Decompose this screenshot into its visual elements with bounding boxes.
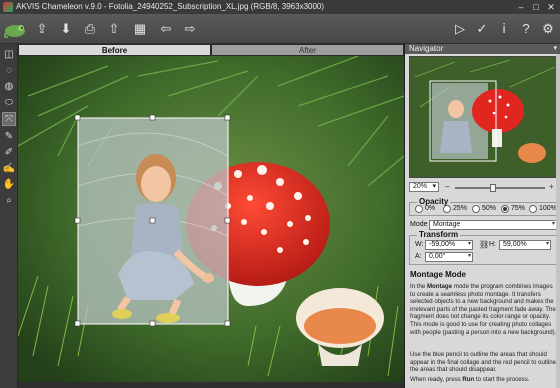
pasted-fragment[interactable] <box>74 114 231 327</box>
mode-value: Montage <box>433 221 461 228</box>
chameleon-logo-icon <box>3 25 25 39</box>
navigator-preview[interactable] <box>409 56 557 178</box>
zoom-slider-knob[interactable] <box>489 184 496 192</box>
opacity-radio-0[interactable] <box>415 205 423 213</box>
window-title: AKVIS Chameleon v.9.0 - Fotolia_24940252… <box>16 2 325 11</box>
chevron-down-icon: ▾ <box>467 241 471 247</box>
apply-icon[interactable]: ✓ <box>472 19 492 39</box>
ellipse-select-tool-icon[interactable]: ◌ <box>2 64 16 78</box>
eraser-tool-icon[interactable]: ⬭ <box>2 96 16 110</box>
panel-scrollbar[interactable] <box>556 54 560 388</box>
rectangle-select-tool-icon[interactable]: ◫ <box>2 48 16 62</box>
lasso-tool-icon[interactable]: ◍ <box>2 80 16 94</box>
blue-pencil-tool-icon[interactable]: ✎ <box>2 130 16 144</box>
run-icon[interactable]: ▷ <box>450 19 470 39</box>
title-bar: AKVIS Chameleon v.9.0 - Fotolia_24940252… <box>0 0 560 14</box>
grid-icon[interactable]: ▦ <box>130 19 150 39</box>
close-button[interactable]: ✕ <box>544 1 558 13</box>
tab-after[interactable]: After <box>211 44 404 56</box>
angle-field[interactable]: 0,00° ▾ <box>425 252 473 262</box>
maximize-button[interactable]: □ <box>529 1 543 13</box>
tools-panel: ◫ ◌ ◍ ⬭ ⤧ ✎ ✐ ✍ ✋ ⌕ <box>0 44 18 388</box>
chevron-down-icon: ▾ <box>551 221 555 227</box>
angle-value: 0,00° <box>429 253 446 260</box>
zoom-controls: 20% – + <box>409 180 557 194</box>
hand-tool-icon[interactable]: ✋ <box>2 178 16 192</box>
zoom-slider[interactable] <box>455 187 545 189</box>
undo-icon[interactable]: ⇦ <box>156 19 176 39</box>
opacity-label-75: 75% <box>511 205 526 212</box>
link-proportions-icon[interactable]: ⛓ <box>479 240 489 249</box>
opacity-label-25: 25% <box>453 205 468 212</box>
opacity-label-50: 50% <box>482 205 497 212</box>
chevron-down-icon: ▾ <box>545 241 549 247</box>
mode-select[interactable]: Montage ▾ <box>429 220 557 230</box>
help-title: Montage Mode <box>410 270 466 279</box>
navigator-thumbnail <box>410 57 556 177</box>
mode-label: Mode <box>410 221 428 228</box>
opacity-radio-75[interactable] <box>501 205 509 213</box>
open-icon[interactable]: ⇪ <box>32 19 52 39</box>
height-value: 59,00% <box>503 241 527 248</box>
navigator-header: Navigator ▾ <box>405 44 560 54</box>
pencil-eraser-tool-icon[interactable]: ✍ <box>2 162 16 176</box>
redo-icon[interactable]: ⇨ <box>180 19 200 39</box>
photo-scene <box>18 56 404 382</box>
zoom-tool-icon[interactable]: ⌕ <box>2 194 16 208</box>
height-label: H: <box>489 241 496 248</box>
share-icon[interactable]: ⇧ <box>104 19 124 39</box>
help-icon[interactable]: ? <box>516 19 536 39</box>
opacity-radio-25[interactable] <box>443 205 451 213</box>
transform-tool-icon[interactable]: ⤧ <box>2 112 16 126</box>
tab-before[interactable]: Before <box>18 44 211 56</box>
angle-label: A: <box>415 253 422 260</box>
print-icon[interactable]: ⎙ <box>80 19 100 39</box>
collapse-icon[interactable]: ▾ <box>553 44 557 54</box>
help-paragraph-1: In the Montage mode the program combines… <box>410 283 557 336</box>
zoom-out-button[interactable]: – <box>445 182 449 191</box>
opacity-label-100: 100% <box>539 205 557 212</box>
main-toolbar: ⇪ ⬇ ⎙ ⇧ ▦ ⇦ ⇨ ▷ ✓ ⅰ ? ⚙ <box>0 14 560 44</box>
opacity-radio-100[interactable] <box>529 205 537 213</box>
help-paragraph-3: When ready, press Run to start the proce… <box>410 376 530 383</box>
height-field[interactable]: 59,00% ▾ <box>499 240 551 250</box>
image-canvas[interactable] <box>18 56 404 382</box>
settings-panel: Navigator ▾ 20% – + Opacity 0% 25% 50% 7… <box>404 44 560 388</box>
transform-title: Transform <box>417 230 461 239</box>
opacity-label-0: 0% <box>425 205 436 212</box>
width-label: W: <box>415 241 424 248</box>
settings-icon[interactable]: ⚙ <box>538 19 558 39</box>
canvas-scrollbar[interactable] <box>18 382 404 388</box>
zoom-in-button[interactable]: + <box>549 182 554 191</box>
width-field[interactable]: -59,00% ▾ <box>425 240 473 250</box>
save-icon[interactable]: ⬇ <box>56 19 76 39</box>
opacity-radio-50[interactable] <box>472 205 480 213</box>
red-pencil-tool-icon[interactable]: ✐ <box>2 146 16 160</box>
view-tabs: Before After <box>18 44 404 56</box>
zoom-select[interactable]: 20% <box>409 182 439 192</box>
minimize-button[interactable]: – <box>514 1 528 13</box>
app-logo-icon <box>3 2 13 12</box>
chevron-down-icon: ▾ <box>467 253 471 259</box>
width-value: -59,00% <box>429 241 456 248</box>
navigator-title: Navigator <box>409 44 444 53</box>
info-icon[interactable]: ⅰ <box>494 19 514 39</box>
help-paragraph-2: Use the blue pencil to outline the areas… <box>410 351 557 374</box>
